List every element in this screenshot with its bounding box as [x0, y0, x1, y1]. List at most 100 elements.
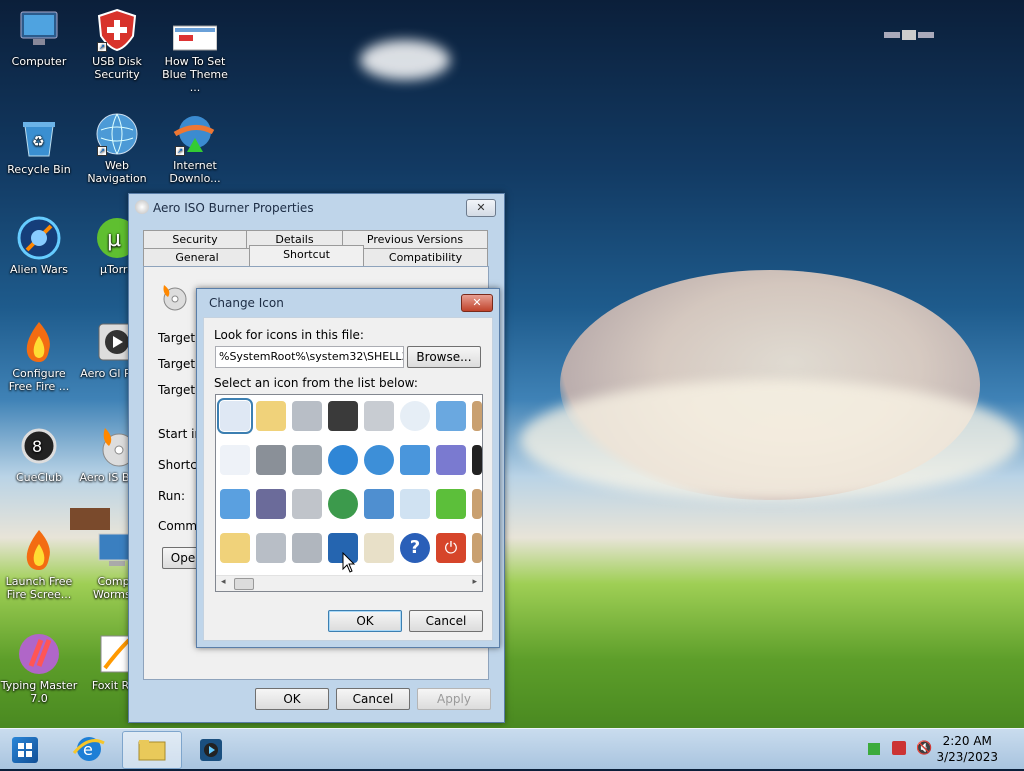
clock-time: 2:20 AM — [942, 734, 992, 748]
close-button[interactable]: ✕ — [466, 199, 496, 217]
media-app-icon — [200, 739, 222, 761]
browse-button[interactable]: Browse... — [407, 346, 481, 368]
start-button[interactable] — [2, 731, 48, 767]
power-icon[interactable]: ⏻ — [436, 533, 466, 563]
search-icon[interactable] — [400, 489, 430, 519]
flame-icon — [17, 320, 61, 364]
desktop-icon-computer[interactable]: Computer — [0, 8, 78, 68]
internet-explorer-icon: e — [72, 737, 105, 761]
cloud-decoration — [360, 40, 450, 80]
desktop-icon-typing-master[interactable]: Typing Master 7.0 — [0, 632, 78, 705]
partial-icon[interactable] — [472, 401, 482, 431]
desktop-icon-web-navigation[interactable]: ↗ Web Navigation — [78, 112, 156, 185]
window-title: Aero ISO Burner Properties — [153, 201, 314, 215]
desktop-icon-usb-disk-security[interactable]: ↗ USB Disk Security — [78, 8, 156, 81]
svg-text:♻: ♻ — [32, 134, 45, 150]
app-icon — [135, 200, 149, 214]
house-decoration — [70, 508, 110, 530]
partial-icon[interactable] — [472, 533, 482, 563]
svg-text:8: 8 — [32, 437, 42, 456]
cd-drive-icon[interactable] — [292, 533, 322, 563]
change-icon-titlebar[interactable]: Change Icon ✕ — [197, 289, 499, 317]
horizontal-scrollbar[interactable]: ◂ ▸ — [216, 575, 482, 591]
tab-general[interactable]: General — [143, 248, 251, 266]
chip-icon[interactable] — [328, 401, 358, 431]
keyboard-icon[interactable] — [364, 533, 394, 563]
drive-remove-icon[interactable] — [292, 489, 322, 519]
properties-titlebar[interactable]: Aero ISO Burner Properties ✕ — [129, 194, 504, 222]
scroll-right-icon[interactable]: ▸ — [472, 577, 477, 587]
document-icon[interactable] — [217, 398, 253, 434]
network-users-icon[interactable] — [364, 489, 394, 519]
tab-security[interactable]: Security — [143, 230, 247, 248]
look-for-icons-label: Look for icons in this file: — [214, 328, 364, 342]
globe-icon[interactable] — [328, 445, 358, 475]
close-icon: ✕ — [476, 201, 486, 214]
drive-arrow-icon[interactable] — [436, 489, 466, 519]
taskbar-internet-explorer[interactable]: e — [62, 731, 116, 767]
typing-master-icon — [17, 632, 61, 676]
desktop-icon-cueclub[interactable]: 8 CueClub — [0, 424, 78, 484]
shield-icon: ↗ — [95, 8, 139, 52]
tray-flag-icon[interactable] — [868, 743, 880, 755]
help-icon[interactable]: ? — [400, 533, 430, 563]
taskbar-media-app[interactable] — [184, 731, 238, 767]
server-icon[interactable] — [292, 445, 322, 475]
windows-logo-icon — [12, 737, 38, 763]
desktop-icon-recycle-bin[interactable]: ♻ Recycle Bin — [0, 116, 78, 176]
change-icon-dialog: Change Icon ✕ Look for icons in this fil… — [196, 288, 500, 648]
window-icon[interactable] — [436, 401, 466, 431]
dialog-title: Change Icon — [209, 296, 284, 310]
desktop-icon-alien-wars[interactable]: Alien Wars — [0, 216, 78, 276]
recycle-bin-icon: ♻ — [17, 116, 61, 160]
scrollbar-thumb[interactable] — [234, 578, 254, 590]
taskbar-file-explorer[interactable] — [122, 731, 182, 769]
control-panel-icon[interactable] — [400, 445, 430, 475]
device-icon[interactable] — [436, 445, 466, 475]
taskbar-clock[interactable]: 2:20 AM 3/23/2023 — [936, 733, 998, 765]
network-globe-icon[interactable] — [364, 445, 394, 475]
desktop-icon-configure-free-fire[interactable]: Configure Free Fire ... — [0, 320, 78, 393]
dialog-close-button[interactable]: ✕ — [461, 294, 493, 312]
taskbar: e 🔇 2:20 AM 3/23/2023 — [0, 728, 1024, 769]
tray-volume-muted-icon[interactable]: 🔇 — [916, 741, 932, 756]
blank-window-icon[interactable] — [220, 489, 250, 519]
network-drive-icon[interactable] — [256, 445, 286, 475]
drive-icon[interactable] — [256, 533, 286, 563]
partial-icon[interactable] — [472, 489, 482, 519]
shortcut-app-icon — [160, 283, 188, 311]
shortcut-icon[interactable] — [472, 445, 482, 475]
folder-icon[interactable] — [220, 533, 250, 563]
drive-icon[interactable] — [292, 401, 322, 431]
printer-icon[interactable] — [364, 401, 394, 431]
text-document-icon[interactable] — [220, 445, 250, 475]
tab-compatibility[interactable]: Compatibility — [363, 248, 488, 266]
globe-mouse-icon[interactable] — [328, 489, 358, 519]
floppy-icon[interactable] — [256, 489, 286, 519]
cueclub-icon: 8 — [17, 424, 61, 468]
ok-button[interactable]: OK — [255, 688, 329, 710]
apply-button[interactable]: Apply — [417, 688, 491, 710]
target-label: Target: — [158, 383, 200, 397]
computer-icon — [17, 8, 61, 52]
icon-grid: ? ⏻ — [216, 395, 482, 575]
clock-icon[interactable] — [400, 401, 430, 431]
webpage-thumbnail-icon — [172, 20, 218, 52]
folder-icon[interactable] — [256, 401, 286, 431]
desktop-icon-internet-download[interactable]: ↗ Internet Downlo... — [156, 112, 234, 185]
file-path-input[interactable]: %SystemRoot%\system32\SHELL32 — [215, 346, 404, 368]
desktop-icon-launch-free-fire[interactable]: Launch Free Fire Scree... — [0, 528, 78, 601]
svg-text:µ: µ — [107, 227, 121, 252]
dialog-cancel-button[interactable]: Cancel — [409, 610, 483, 632]
tab-shortcut[interactable]: Shortcut — [249, 245, 364, 266]
cancel-button[interactable]: Cancel — [336, 688, 410, 710]
satellite-decoration — [884, 30, 934, 40]
alien-wars-icon — [17, 216, 61, 260]
scroll-left-icon[interactable]: ◂ — [221, 577, 226, 587]
desktop-icon-blue-theme[interactable]: How To Set Blue Theme ... — [156, 20, 234, 94]
mouse-cursor — [342, 552, 356, 573]
download-globe-icon: ↗ — [173, 112, 217, 156]
dialog-ok-button[interactable]: OK — [328, 610, 402, 632]
tray-action-center-icon[interactable] — [892, 741, 906, 755]
select-icon-label: Select an icon from the list below: — [214, 376, 418, 390]
